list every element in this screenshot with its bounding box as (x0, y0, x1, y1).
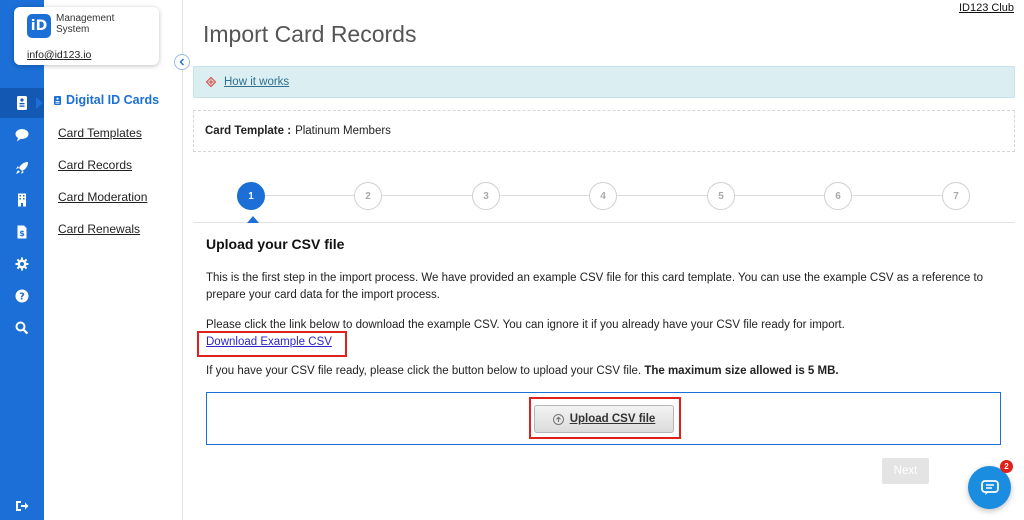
step-6: 6 (824, 182, 852, 210)
rocket-icon[interactable] (0, 153, 44, 183)
help-icon[interactable]: ? (0, 281, 44, 311)
section-title: Upload your CSV file (206, 236, 345, 252)
import-stepper: 1 2 3 4 5 6 7 (193, 179, 1015, 223)
logout-icon[interactable] (0, 491, 44, 520)
chevron-left-icon (179, 58, 184, 66)
sidebar-item-card-renewals[interactable]: Card Renewals (58, 222, 140, 236)
step-3: 3 (472, 182, 500, 210)
how-it-works-bar: How it works (193, 66, 1015, 98)
card-template-value: Platinum Members (295, 125, 391, 137)
page-title: Import Card Records (203, 21, 417, 47)
intro-text: This is the first step in the import pro… (206, 272, 984, 301)
brand-card: iD Management System info@id123.io (14, 7, 159, 65)
card-template-box: Card Template : Platinum Members (193, 110, 1015, 152)
step-7: 7 (942, 182, 970, 210)
chat-bubble-icon (980, 479, 999, 495)
brand-logo: iD (27, 14, 51, 38)
expand-icon (206, 77, 216, 87)
next-button[interactable]: Next (882, 458, 929, 484)
search-icon[interactable] (0, 313, 44, 343)
chat-icon[interactable] (0, 120, 44, 150)
building-icon[interactable] (0, 185, 44, 215)
sidebar-section-label: Digital ID Cards (66, 93, 160, 107)
brand-name: Management System (56, 13, 115, 35)
how-it-works-link[interactable]: How it works (224, 76, 289, 88)
dollar-document-icon[interactable]: $ (0, 217, 44, 247)
card-template-label: Card Template : (205, 125, 292, 137)
sidebar-section-title[interactable]: Digital ID Cards (54, 93, 159, 107)
sidebar-item-card-moderation[interactable]: Card Moderation (58, 190, 147, 204)
sidebar-item-card-templates[interactable]: Card Templates (58, 126, 142, 140)
upload-highlight-box (529, 397, 681, 439)
icon-rail: $ ? (0, 0, 44, 520)
step-1: 1 (237, 182, 265, 210)
sidebar: Digital ID Cards Card Templates Card Rec… (44, 0, 183, 520)
svg-text:$: $ (19, 229, 25, 238)
active-section-pointer (36, 97, 43, 109)
step-5: 5 (707, 182, 735, 210)
max-size-note: The maximum size allowed is 5 MB. (644, 365, 839, 377)
club-name-link[interactable]: ID123 Club (959, 2, 1014, 14)
collapse-sidebar-button[interactable] (174, 54, 190, 70)
account-email-link[interactable]: info@id123.io (27, 49, 91, 61)
chat-notification-badge: 2 (1000, 460, 1013, 473)
active-step-caret (247, 216, 259, 223)
download-highlight-box (197, 331, 347, 357)
upload-hint-text: If you have your CSV file ready, please … (206, 363, 1006, 380)
step-2: 2 (354, 182, 382, 210)
sidebar-item-card-records[interactable]: Card Records (58, 158, 132, 172)
id-card-icon (54, 95, 61, 105)
upload-hint: If you have your CSV file ready, please … (206, 365, 642, 377)
gear-icon[interactable] (0, 249, 44, 279)
step-4: 4 (589, 182, 617, 210)
svg-text:?: ? (19, 292, 25, 303)
